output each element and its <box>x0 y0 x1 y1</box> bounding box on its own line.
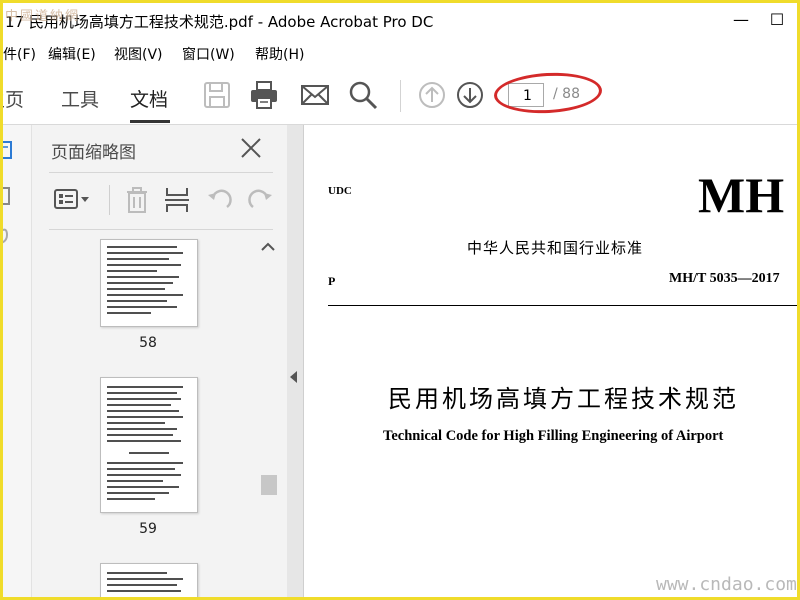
page-thumbnails-icon[interactable] <box>0 139 15 163</box>
watermark-top: 中國道納網 <box>5 9 81 24</box>
menu-file[interactable]: 件(F) <box>3 44 36 64</box>
minimize-button[interactable]: — <box>727 7 755 33</box>
bookmarks-icon[interactable] <box>0 185 15 209</box>
doc-p: P <box>328 274 336 288</box>
watermark-bottom: www.cndao.com <box>656 574 797 595</box>
menu-window[interactable]: 窗口(W) <box>182 44 235 64</box>
insert-icon[interactable] <box>162 185 192 215</box>
chevron-up-icon[interactable] <box>258 239 278 255</box>
page-down-icon[interactable] <box>454 79 486 111</box>
panel-tool-separator <box>109 185 110 215</box>
thumbnail-label: 59 <box>139 521 157 537</box>
save-icon[interactable] <box>201 79 233 111</box>
red-annotation-ellipse <box>493 70 603 116</box>
tab-tools[interactable]: 工具 <box>61 85 99 112</box>
search-icon[interactable] <box>347 79 379 111</box>
toolbar-separator <box>400 80 401 112</box>
delete-icon[interactable] <box>122 185 152 215</box>
doc-title-cn: 民用机场高填方工程技术规范 <box>388 385 739 413</box>
doc-standard-name: 中华人民共和国行业标准 <box>467 239 644 257</box>
menu-view[interactable]: 视图(V) <box>114 44 163 64</box>
page-thumbnail[interactable] <box>100 377 198 513</box>
left-nav-strip <box>3 125 32 597</box>
panel-splitter[interactable] <box>287 125 304 597</box>
scrollbar-thumb[interactable] <box>261 475 277 495</box>
menu-bar: 件(F) 编辑(E) 视图(V) 窗口(W) 帮助(H) <box>3 37 797 67</box>
doc-udc: UDC <box>328 185 352 197</box>
maximize-button[interactable]: ☐ <box>763 7 791 33</box>
thumbnails-panel: 页面缩略图 58 59 <box>32 125 287 597</box>
panel-title: 页面缩略图 <box>51 143 136 163</box>
email-icon[interactable] <box>299 79 331 111</box>
panel-divider <box>49 229 273 230</box>
tab-document[interactable]: 文档 <box>130 85 168 112</box>
attachments-icon[interactable] <box>0 225 15 249</box>
thumbnail-label: 58 <box>139 335 157 351</box>
tab-home[interactable]: 主页 <box>3 85 24 112</box>
collapse-arrow-icon[interactable] <box>290 371 297 383</box>
options-icon[interactable] <box>52 185 92 215</box>
page-thumbnail[interactable] <box>100 239 198 327</box>
menu-edit[interactable]: 编辑(E) <box>48 44 96 64</box>
active-tab-indicator <box>130 120 170 123</box>
menu-help[interactable]: 帮助(H) <box>255 44 304 64</box>
toolbar: 主页 工具 文档 <box>3 67 797 125</box>
doc-code-full: MH/T 5035—2017 <box>669 271 780 286</box>
close-icon[interactable] <box>238 135 264 161</box>
screenshot-frame: 17 民用机场高填方工程技术规范.pdf - Adobe Acrobat Pro… <box>0 0 800 600</box>
doc-code-short: MH <box>698 167 785 223</box>
panel-divider <box>49 172 273 173</box>
doc-title-en: Technical Code for High Filling Engineer… <box>383 428 724 444</box>
undo-icon[interactable] <box>205 185 235 215</box>
print-icon[interactable] <box>248 79 280 111</box>
title-bar: 17 民用机场高填方工程技术规范.pdf - Adobe Acrobat Pro… <box>3 3 797 37</box>
document-page: UDC MH 中华人民共和国行业标准 P MH/T 5035—2017 民用机场… <box>304 125 797 597</box>
redo-icon[interactable] <box>245 185 275 215</box>
doc-horizontal-rule <box>328 305 797 306</box>
page-thumbnail[interactable] <box>100 563 198 597</box>
page-up-icon[interactable] <box>416 79 448 111</box>
